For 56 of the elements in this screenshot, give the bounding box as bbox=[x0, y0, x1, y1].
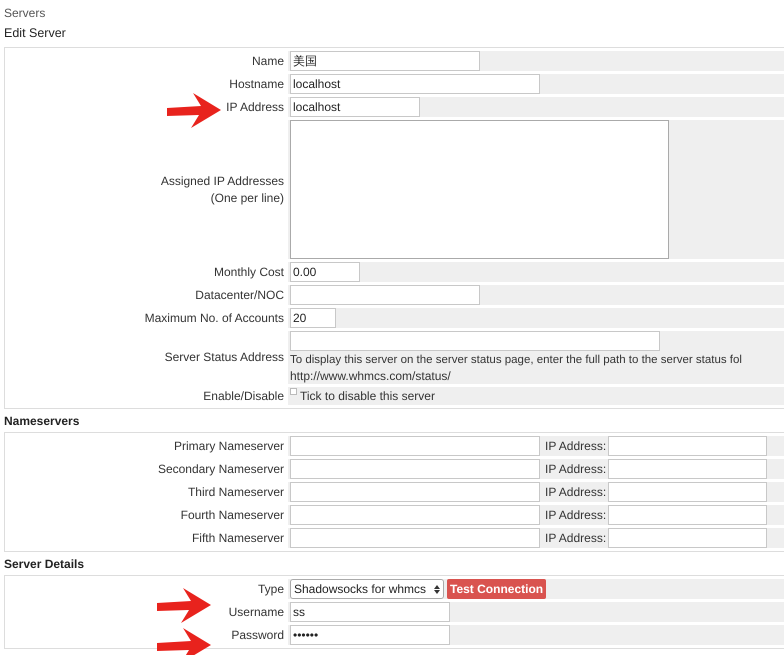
text-field[interactable] bbox=[290, 436, 540, 456]
field-label: IP Address: bbox=[545, 485, 606, 499]
text-field[interactable]: ss bbox=[290, 602, 450, 622]
field-label: IP Address: bbox=[545, 439, 606, 453]
field-label: Datacenter/NOC bbox=[195, 286, 284, 304]
text-field[interactable] bbox=[290, 285, 480, 305]
text-field[interactable]: localhost bbox=[290, 74, 540, 94]
section-title: Nameservers bbox=[4, 414, 80, 429]
field-label: Maximum No. of Accounts bbox=[144, 310, 284, 326]
text-field[interactable] bbox=[608, 505, 767, 525]
breadcrumb: Servers bbox=[4, 6, 46, 21]
field-label: Monthly Cost bbox=[214, 264, 284, 280]
field-label: IP Address bbox=[226, 98, 284, 116]
field-label: Enable/Disable bbox=[203, 388, 284, 404]
pointer-arrow bbox=[155, 625, 213, 655]
field-label: Server Status Address bbox=[164, 349, 284, 366]
text-field[interactable] bbox=[290, 331, 660, 351]
field-label: IP Address: bbox=[545, 462, 606, 476]
text-field[interactable]: 美国 bbox=[290, 51, 480, 71]
field-label: Primary Nameserver bbox=[174, 438, 284, 452]
text-field[interactable] bbox=[290, 482, 540, 502]
field-label: Name bbox=[252, 52, 284, 70]
text-field[interactable] bbox=[290, 528, 540, 548]
text-field[interactable] bbox=[290, 505, 540, 525]
text-field[interactable]: 20 bbox=[290, 308, 336, 328]
field-label: Password bbox=[231, 628, 284, 642]
field-label: Fifth Nameserver bbox=[192, 530, 284, 544]
field-label: Secondary Nameserver bbox=[158, 462, 284, 476]
status-url-text: http://www.whmcs.com/status/ bbox=[290, 368, 452, 384]
test-connection-button[interactable]: Test Connection bbox=[447, 579, 546, 599]
help-text: To display this server on the server status page, enter the full path to the server status fol bbox=[290, 353, 743, 368]
checkbox[interactable] bbox=[290, 388, 297, 395]
text-field[interactable]: localhost bbox=[290, 97, 420, 117]
section-title: Edit Server bbox=[4, 26, 66, 41]
field-label: Assigned IP Addresses (One per line) bbox=[160, 172, 284, 206]
field-label: Fourth Nameserver bbox=[180, 508, 284, 522]
pointer-arrow bbox=[155, 585, 213, 625]
field-label: Third Nameserver bbox=[188, 484, 284, 498]
checkbox-label: Tick to disable this server bbox=[300, 388, 435, 405]
section-title: Server Details bbox=[4, 557, 84, 572]
text-field[interactable] bbox=[290, 459, 540, 479]
text-field[interactable]: •••••• bbox=[290, 625, 450, 645]
text-field[interactable] bbox=[608, 459, 767, 479]
pointer-arrow bbox=[165, 90, 223, 130]
updown-icon bbox=[434, 584, 440, 594]
text-field[interactable] bbox=[608, 436, 767, 456]
select-dropdown[interactable]: Shadowsocks for whmcs bbox=[290, 579, 444, 599]
field-label: Hostname bbox=[229, 76, 284, 92]
field-label: IP Address: bbox=[545, 508, 606, 522]
text-field[interactable]: 0.00 bbox=[290, 262, 360, 282]
field-label: Username bbox=[228, 604, 284, 618]
textarea-field[interactable] bbox=[290, 120, 669, 259]
field-label: IP Address: bbox=[545, 531, 606, 545]
text-field[interactable] bbox=[608, 482, 767, 502]
text-field[interactable] bbox=[608, 528, 767, 548]
field-label: Type bbox=[258, 582, 284, 596]
